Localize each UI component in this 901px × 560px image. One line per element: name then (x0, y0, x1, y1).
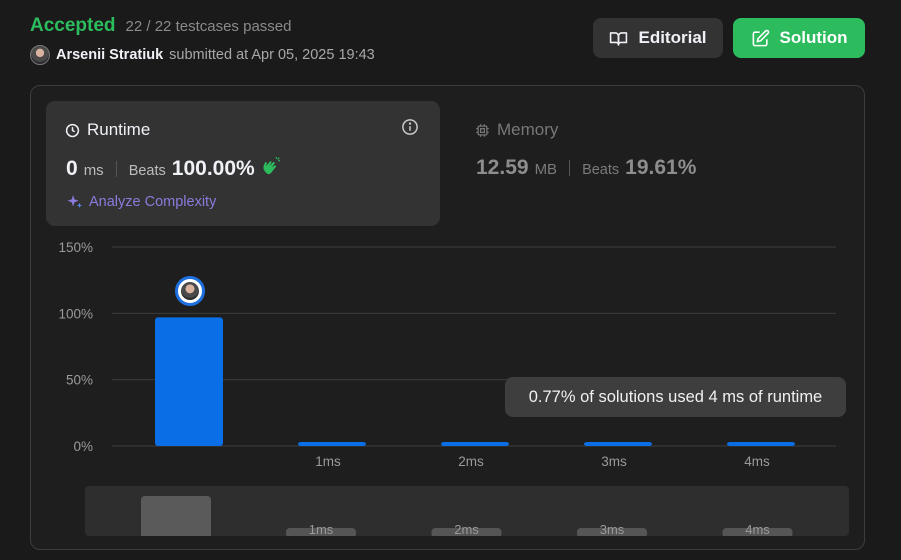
y-tick-label: 0% (73, 439, 93, 454)
bar-tooltip: 0.77% of solutions used 4 ms of runtime (505, 377, 846, 417)
range-slider[interactable]: 1ms 2ms 3ms 4ms (85, 486, 849, 536)
bar (441, 442, 509, 446)
range-slider-track[interactable]: 1ms 2ms 3ms 4ms (85, 486, 849, 536)
avatar-face (181, 282, 199, 300)
mini-tick-label: 2ms (454, 522, 479, 536)
bar (727, 442, 795, 446)
x-tick-label: 1ms (315, 454, 341, 469)
range-selection-thumb (141, 496, 211, 536)
my-submission-avatar (175, 276, 205, 306)
bar (584, 442, 652, 446)
mini-tick-label: 1ms (309, 522, 334, 536)
mini-tick-label: 3ms (600, 522, 625, 536)
y-tick-label: 100% (58, 306, 93, 321)
x-tick-label: 2ms (458, 454, 484, 469)
runtime-distribution-chart: 150% 100% 50% 0% 1ms 2ms 3ms 4ms (58, 240, 836, 469)
mini-tick-label: 4ms (745, 522, 770, 536)
bar (298, 442, 366, 446)
x-tick-label: 3ms (601, 454, 627, 469)
bar (155, 317, 223, 446)
x-tick-label: 4ms (744, 454, 770, 469)
y-tick-label: 50% (66, 373, 93, 388)
y-tick-label: 150% (58, 240, 93, 255)
